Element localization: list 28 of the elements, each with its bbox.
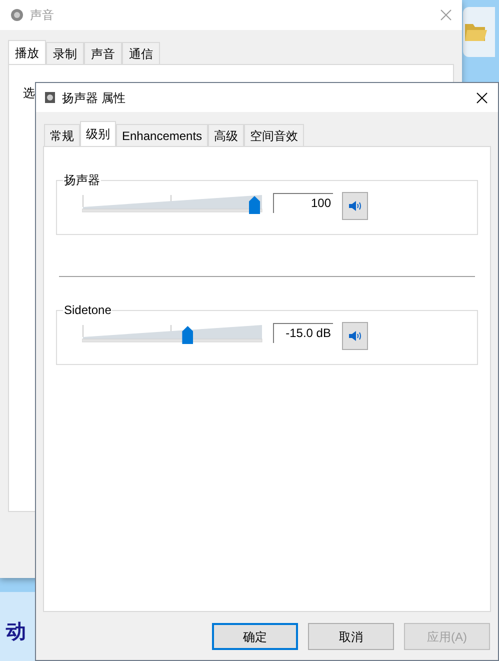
dialog-button[interactable]: 取消 [308, 623, 394, 650]
tab[interactable]: 高级 [208, 124, 244, 146]
tab[interactable]: 通信 [122, 42, 160, 64]
speaker-icon [10, 8, 24, 22]
window-title: 声音 [30, 7, 54, 24]
speaker-icon [44, 91, 56, 104]
dialog-button[interactable]: 确定 [212, 623, 298, 650]
tab[interactable]: 录制 [46, 42, 84, 64]
tab[interactable]: 常规 [44, 124, 80, 146]
tab[interactable]: 播放 [8, 40, 46, 64]
group-label: 扬声器 [63, 172, 101, 188]
speaker-icon [348, 330, 362, 342]
mute-button[interactable] [342, 322, 368, 350]
volume-slider[interactable] [82, 193, 264, 215]
tab[interactable]: Enhancements [116, 124, 208, 146]
close-icon[interactable] [476, 92, 488, 104]
dialog-title: 扬声器 属性 [62, 90, 126, 106]
speaker-icon [348, 200, 362, 212]
slider-thumb[interactable] [182, 326, 194, 344]
banner-text: 动 [6, 620, 26, 644]
value-field[interactable]: -15.0 dB [273, 323, 333, 343]
volume-slider[interactable] [82, 323, 264, 345]
tab[interactable]: 声音 [84, 42, 122, 64]
tab[interactable]: 级别 [80, 121, 116, 146]
value-field[interactable]: 100 [273, 193, 333, 213]
panel-text: 选 [23, 86, 35, 100]
tab[interactable]: 空间音效 [244, 124, 304, 146]
mute-button[interactable] [342, 192, 368, 220]
